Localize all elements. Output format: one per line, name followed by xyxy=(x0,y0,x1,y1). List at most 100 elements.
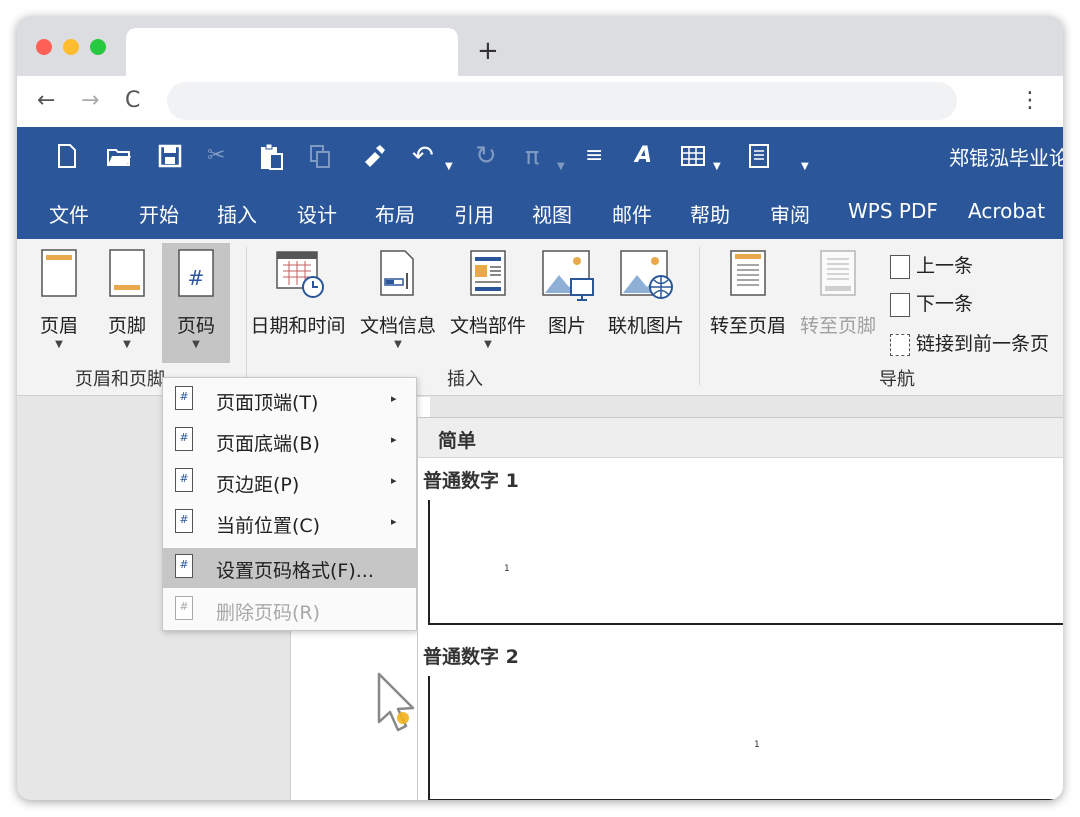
maximize-window-button[interactable] xyxy=(90,39,106,55)
copy-icon[interactable] xyxy=(307,142,333,170)
browser-tab[interactable] xyxy=(126,28,458,76)
tab-mailings[interactable]: 邮件 xyxy=(612,199,652,228)
goto-header-label: 转至页眉 xyxy=(709,315,786,337)
page-number-menu: # 页面顶端(T) ▸ # 页面底端(B) ▸ # 页边距(P) ▸ # 当前位… xyxy=(162,377,417,631)
page-number-icon: # xyxy=(175,386,193,410)
goto-footer-button[interactable]: 转至页脚 xyxy=(795,243,881,363)
tab-acrobat[interactable]: Acrobat xyxy=(968,199,1045,223)
page-number-icon: # xyxy=(175,509,193,533)
tab-strip: + xyxy=(17,16,1063,76)
tab-insert[interactable]: 插入 xyxy=(217,199,257,228)
reload-button[interactable]: C xyxy=(125,86,140,116)
tab-design[interactable]: 设计 xyxy=(297,199,337,228)
ribbon-panel: 页眉 ▼ 页脚 ▼ # 页码 ▼ 日期和时间 文档信息 ▼ 文档部件 ▼ 图片 … xyxy=(17,239,1063,396)
submenu-arrow-icon: ▸ xyxy=(391,433,397,446)
close-window-button[interactable] xyxy=(36,39,52,55)
tab-file[interactable]: 文件 xyxy=(49,199,89,228)
page-icon[interactable] xyxy=(747,142,771,170)
font-icon[interactable]: A xyxy=(635,142,652,170)
tab-references[interactable]: 引用 xyxy=(454,199,494,228)
cursor-pointer-icon xyxy=(377,672,415,732)
menu-item-remove-page-numbers[interactable]: # 删除页码(R) xyxy=(163,590,416,630)
open-icon[interactable] xyxy=(105,142,133,170)
ribbon-separator xyxy=(699,247,700,385)
word-app: ✂ ↶ ▼ ↻ π ▼ ≡ A ▼ ▼ 郑锟泓毕业论 文件 开始 插入 设计 布… xyxy=(17,127,1063,800)
online-picture-label: 联机图片 xyxy=(607,315,684,337)
menu-item-format-page-numbers[interactable]: # 设置页码格式(F)... xyxy=(163,548,416,588)
footer-button[interactable]: 页脚 ▼ xyxy=(101,243,153,363)
minimize-window-button[interactable] xyxy=(63,39,79,55)
picture-button[interactable]: 图片 xyxy=(535,243,599,363)
cut-icon[interactable]: ✂ xyxy=(207,142,225,170)
format-painter-icon[interactable] xyxy=(361,142,389,170)
new-icon[interactable] xyxy=(55,142,79,170)
gallery-item-title: 普通数字 1 xyxy=(423,470,519,492)
next-label: 下一条 xyxy=(916,293,974,315)
goto-footer-label: 转至页脚 xyxy=(799,315,876,337)
browser-menu-button[interactable]: ⋮ xyxy=(1019,86,1041,116)
forward-button[interactable]: → xyxy=(81,86,99,116)
address-bar-row: ← → C ⋮ xyxy=(17,76,1063,127)
previous-label: 上一条 xyxy=(916,255,974,277)
back-button[interactable]: ← xyxy=(37,86,55,116)
doc-parts-label: 文档部件 xyxy=(449,315,526,337)
table-dropdown-icon[interactable]: ▼ xyxy=(713,153,721,181)
menu-item-bottom-of-page[interactable]: # 页面底端(B) ▸ xyxy=(163,421,416,461)
group-insert-label: 插入 xyxy=(447,369,483,390)
align-icon[interactable]: ≡ xyxy=(585,142,603,170)
page-number-icon: # xyxy=(175,427,193,451)
menu-item-page-margins[interactable]: # 页边距(P) ▸ xyxy=(163,462,416,502)
table-icon[interactable] xyxy=(679,142,707,170)
calendar-clock-icon xyxy=(276,251,324,298)
submenu-arrow-icon: ▸ xyxy=(391,392,397,405)
menu-item-label: 页面顶端(T) xyxy=(216,392,319,414)
gallery-item-plain-number-1[interactable]: 1 xyxy=(428,500,1063,625)
gallery-section-label: 简单 xyxy=(438,430,477,452)
save-icon[interactable] xyxy=(157,142,183,170)
tab-layout[interactable]: 布局 xyxy=(375,199,415,228)
address-input[interactable] xyxy=(167,82,957,120)
paste-icon[interactable] xyxy=(257,142,285,172)
header-button[interactable]: 页眉 ▼ xyxy=(33,243,85,363)
document-title: 郑锟泓毕业论 xyxy=(949,146,1063,170)
tab-view[interactable]: 视图 xyxy=(532,199,572,228)
undo-dropdown-icon[interactable]: ▼ xyxy=(445,153,453,181)
next-button[interactable]: 下一条 xyxy=(890,289,973,317)
gallery-item-plain-number-2[interactable]: 1 xyxy=(428,676,1063,800)
link-icon xyxy=(890,333,910,356)
page-number-preview: 1 xyxy=(754,740,760,750)
tab-help[interactable]: 帮助 xyxy=(690,199,730,228)
group-header-footer-label: 页眉和页脚 xyxy=(75,369,165,390)
tab-wps-pdf[interactable]: WPS PDF xyxy=(848,199,938,223)
goto-header-icon xyxy=(730,250,766,296)
date-time-label: 日期和时间 xyxy=(250,315,346,337)
group-navigation-label: 导航 xyxy=(879,369,915,390)
tab-home[interactable]: 开始 xyxy=(139,199,179,228)
doc-info-button[interactable]: 文档信息 ▼ xyxy=(355,243,441,363)
goto-header-button[interactable]: 转至页眉 xyxy=(705,243,791,363)
equation-icon[interactable]: π xyxy=(525,142,539,170)
gallery-item-title: 普通数字 2 xyxy=(423,646,519,668)
page-number-preview: 1 xyxy=(504,564,510,574)
tab-review[interactable]: 审阅 xyxy=(770,199,810,228)
page-number-label: 页码 xyxy=(176,315,215,337)
submenu-arrow-icon: ▸ xyxy=(391,474,397,487)
redo-icon[interactable]: ↻ xyxy=(475,142,497,170)
menu-item-label: 删除页码(R) xyxy=(216,602,321,624)
page-number-button[interactable]: # 页码 ▼ xyxy=(162,243,230,363)
remove-page-number-icon: # xyxy=(175,596,193,620)
chevron-down-icon: ▼ xyxy=(484,339,492,350)
equation-dropdown-icon[interactable]: ▼ xyxy=(557,153,565,181)
online-picture-button[interactable]: 联机图片 xyxy=(603,243,689,363)
undo-icon[interactable]: ↶ xyxy=(412,142,434,170)
doc-parts-button[interactable]: 文档部件 ▼ xyxy=(445,243,531,363)
new-tab-button[interactable]: + xyxy=(477,36,499,66)
customize-toolbar-icon[interactable]: ▼ xyxy=(801,153,809,181)
date-time-button[interactable]: 日期和时间 xyxy=(245,243,351,363)
picture-label: 图片 xyxy=(547,315,586,337)
menu-item-top-of-page[interactable]: # 页面顶端(T) ▸ xyxy=(163,380,416,420)
link-previous-button[interactable]: 链接到前一条页 xyxy=(890,329,1049,356)
previous-button[interactable]: 上一条 xyxy=(890,251,973,279)
chevron-down-icon: ▼ xyxy=(55,339,63,350)
menu-item-current-position[interactable]: # 当前位置(C) ▸ xyxy=(163,503,416,543)
